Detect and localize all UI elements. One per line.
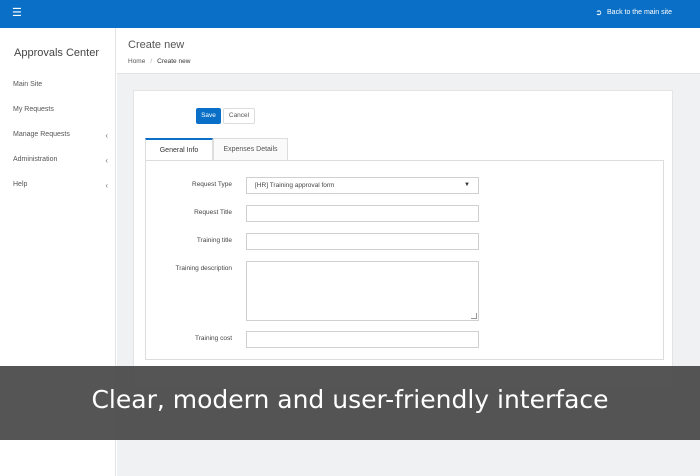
resize-handle-icon[interactable] xyxy=(471,313,477,319)
save-button[interactable]: Save xyxy=(196,108,221,124)
sidebar-item-label: Administration xyxy=(13,156,58,163)
sidebar-item-help[interactable]: Help ‹ xyxy=(13,181,108,190)
back-link-label: Back to the main site xyxy=(607,9,672,16)
breadcrumb-current: Create new xyxy=(157,58,191,65)
training-title-label: Training title xyxy=(196,237,232,244)
caret-down-icon: ▼ xyxy=(464,182,470,188)
cancel-button[interactable]: Cancel xyxy=(223,108,255,124)
page-title: Create new xyxy=(128,39,185,51)
sign-out-icon: ➲ xyxy=(595,8,603,17)
sidebar-item-my-requests[interactable]: My Requests xyxy=(13,106,108,113)
sidebar-item-main-site[interactable]: Main Site xyxy=(13,81,108,88)
tab-general-info[interactable]: General Info xyxy=(145,138,213,161)
sidebar-item-label: My Requests xyxy=(13,106,54,113)
hamburger-icon[interactable]: ☰ xyxy=(12,7,22,19)
training-title-input[interactable] xyxy=(246,233,479,250)
training-cost-input[interactable] xyxy=(246,331,479,348)
breadcrumb: Home / Create new xyxy=(128,58,190,65)
request-type-label: Request Type xyxy=(192,181,232,188)
breadcrumb-separator: / xyxy=(150,58,153,65)
request-type-select[interactable]: [HR] Training approval form ▼ xyxy=(246,177,479,194)
request-type-value: [HR] Training approval form xyxy=(255,182,335,189)
training-description-textarea[interactable] xyxy=(246,261,479,321)
request-title-input[interactable] xyxy=(246,205,479,222)
top-bar: ☰ ➲ Back to the main site xyxy=(0,0,700,28)
training-description-label: Training description xyxy=(175,265,232,272)
sidebar-item-manage-requests[interactable]: Manage Requests ‹ xyxy=(13,131,108,140)
request-title-label: Request Title xyxy=(194,209,232,216)
breadcrumb-home-link[interactable]: Home xyxy=(128,58,145,65)
sidebar-item-label: Help xyxy=(13,181,28,188)
tab-expenses-details[interactable]: Expenses Details xyxy=(213,138,288,160)
general-info-panel: Request Type [HR] Training approval form… xyxy=(145,160,664,360)
training-cost-label: Training cost xyxy=(195,335,232,342)
sidebar-item-administration[interactable]: Administration ‹ xyxy=(13,156,108,165)
brand-title: Approvals Center xyxy=(14,47,99,59)
chevron-left-icon: ‹ xyxy=(105,156,108,165)
chevron-left-icon: ‹ xyxy=(105,131,108,140)
form-card: Save Cancel General Info Expenses Detail… xyxy=(133,90,673,390)
page-header: Create new Home / Create new xyxy=(117,28,700,74)
sidebar-item-label: Manage Requests xyxy=(13,131,70,138)
chevron-left-icon: ‹ xyxy=(105,181,108,190)
caption-overlay: Clear, modern and user-friendly interfac… xyxy=(0,366,700,440)
back-to-main-site-link[interactable]: ➲ Back to the main site xyxy=(595,8,672,17)
caption-text: Clear, modern and user-friendly interfac… xyxy=(91,385,609,414)
sidebar-item-label: Main Site xyxy=(13,81,43,88)
